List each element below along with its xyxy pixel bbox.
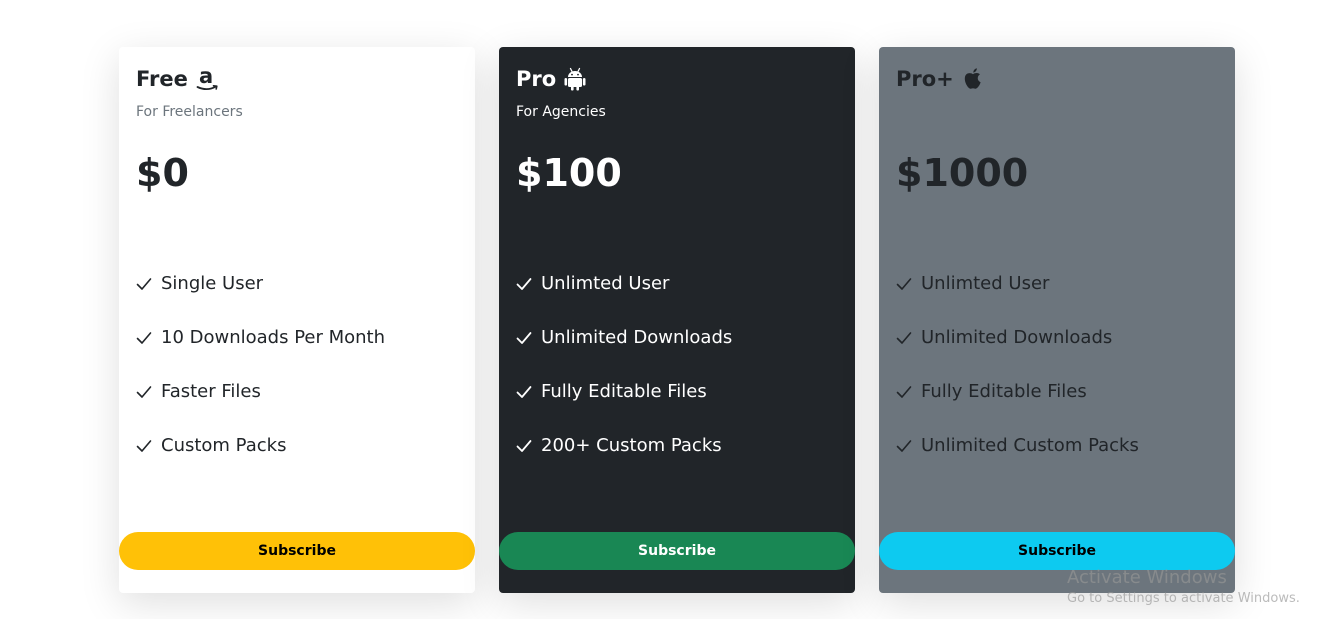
feature-item: Unlimted User bbox=[896, 269, 1139, 323]
check-icon bbox=[136, 269, 154, 299]
card-header: Pro+ bbox=[896, 65, 984, 93]
plan-title: Pro+ bbox=[896, 67, 954, 91]
card-header: Pro bbox=[516, 65, 586, 93]
feature-label: Single User bbox=[161, 273, 264, 294]
feature-label: Unlimted User bbox=[921, 273, 1050, 294]
plan-price: $0 bbox=[136, 151, 189, 195]
feature-item: 10 Downloads Per Month bbox=[136, 323, 385, 377]
check-icon bbox=[896, 377, 914, 407]
feature-item: Faster Files bbox=[136, 377, 385, 431]
check-icon bbox=[516, 377, 534, 407]
feature-item: Unlimited Custom Packs bbox=[896, 431, 1139, 485]
feature-list: Single User 10 Downloads Per Month Faste… bbox=[136, 269, 385, 485]
plan-price: $1000 bbox=[896, 151, 1029, 195]
pricing-card-pro: Pro For Agencies $100 Unlimted User Unli… bbox=[499, 47, 855, 593]
plan-subtitle: For Freelancers bbox=[136, 104, 243, 120]
subscribe-button-pro-plus[interactable]: Subscribe bbox=[879, 532, 1235, 570]
feature-item: Fully Editable Files bbox=[896, 377, 1139, 431]
feature-label: Fully Editable Files bbox=[541, 381, 707, 402]
feature-item: Single User bbox=[136, 269, 385, 323]
feature-label: Faster Files bbox=[161, 381, 261, 402]
card-header: Free a bbox=[136, 65, 220, 93]
amazon-icon: a bbox=[196, 66, 220, 92]
apple-icon bbox=[962, 67, 984, 91]
feature-label: Unlimited Downloads bbox=[921, 327, 1113, 348]
watermark-title: Activate Windows bbox=[1067, 567, 1227, 588]
check-icon bbox=[896, 269, 914, 299]
feature-label: Unlimted User bbox=[541, 273, 670, 294]
feature-label: Custom Packs bbox=[161, 435, 287, 456]
feature-list: Unlimted User Unlimited Downloads Fully … bbox=[896, 269, 1139, 485]
feature-item: 200+ Custom Packs bbox=[516, 431, 732, 485]
check-icon bbox=[896, 431, 914, 461]
check-icon bbox=[136, 377, 154, 407]
plan-price: $100 bbox=[516, 151, 622, 195]
svg-text:a: a bbox=[199, 66, 213, 88]
feature-list: Unlimted User Unlimited Downloads Fully … bbox=[516, 269, 732, 485]
feature-label: Unlimited Custom Packs bbox=[921, 435, 1139, 456]
pricing-card-free: Free a For Freelancers $0 Single User 10… bbox=[119, 47, 475, 593]
feature-label: Fully Editable Files bbox=[921, 381, 1087, 402]
check-icon bbox=[136, 323, 154, 353]
feature-item: Unlimited Downloads bbox=[516, 323, 732, 377]
android-icon bbox=[564, 67, 586, 91]
watermark-subtitle: Go to Settings to activate Windows. bbox=[1067, 591, 1300, 606]
check-icon bbox=[136, 431, 154, 461]
check-icon bbox=[516, 431, 534, 461]
feature-label: 10 Downloads Per Month bbox=[161, 327, 386, 348]
feature-item: Unlimited Downloads bbox=[896, 323, 1139, 377]
feature-label: Unlimited Downloads bbox=[541, 327, 733, 348]
feature-item: Custom Packs bbox=[136, 431, 385, 485]
subscribe-button-free[interactable]: Subscribe bbox=[119, 532, 475, 570]
plan-title: Pro bbox=[516, 67, 557, 91]
plan-title: Free bbox=[136, 67, 188, 91]
pricing-card-pro-plus: Pro+ $1000 Unlimted User Unlimited Downl… bbox=[879, 47, 1235, 593]
check-icon bbox=[896, 323, 914, 353]
feature-item: Unlimted User bbox=[516, 269, 732, 323]
feature-label: 200+ Custom Packs bbox=[541, 435, 722, 456]
plan-subtitle: For Agencies bbox=[516, 104, 606, 120]
activate-windows-watermark: Activate Windows Go to Settings to activ… bbox=[1067, 566, 1300, 608]
check-icon bbox=[516, 323, 534, 353]
feature-item: Fully Editable Files bbox=[516, 377, 732, 431]
subscribe-button-pro[interactable]: Subscribe bbox=[499, 532, 855, 570]
check-icon bbox=[516, 269, 534, 299]
